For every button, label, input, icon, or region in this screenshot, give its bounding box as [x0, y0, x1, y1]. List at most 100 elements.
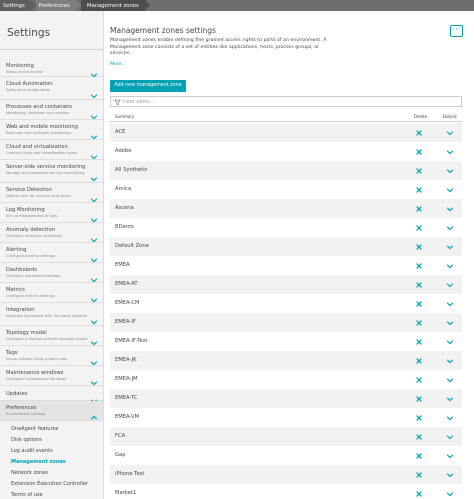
- delete-icon[interactable]: [415, 300, 423, 308]
- chevron-down-icon[interactable]: [446, 186, 454, 194]
- sidebar-item-description: Setup and overview: [6, 69, 43, 74]
- delete-icon[interactable]: [415, 319, 423, 327]
- sidebar-item-monitoring[interactable]: Monitoring Setup and overview: [0, 49, 103, 78]
- sidebar-item-topology-model[interactable]: Topology model Configure a domain-specifi…: [0, 326, 103, 346]
- chevron-down-icon[interactable]: [446, 148, 454, 156]
- sidebar-item-description: Configure metrics settings: [6, 293, 55, 298]
- chevron-down-icon[interactable]: [446, 243, 454, 251]
- delete-icon[interactable]: [415, 433, 423, 441]
- delete-icon[interactable]: [415, 148, 423, 156]
- delete-icon[interactable]: [415, 376, 423, 384]
- delete-icon[interactable]: [415, 262, 423, 270]
- breadcrumb-settings[interactable]: Settings: [0, 0, 36, 11]
- chevron-down-icon[interactable]: [446, 129, 454, 137]
- chevron-down-icon[interactable]: [446, 452, 454, 460]
- sidebar-item-anomaly-detection[interactable]: Anomaly detection Configure detection sen…: [0, 223, 103, 243]
- sidebar-item-label: Anomaly detection: [6, 227, 55, 233]
- chevron-down-icon[interactable]: [446, 167, 454, 175]
- sidebar-item-cloud-and-virtualization[interactable]: Cloud and virtualization Connect cloud an…: [0, 140, 103, 160]
- chevron-down-icon[interactable]: [446, 224, 454, 232]
- header-divider: [110, 121, 462, 122]
- chevron-down-icon[interactable]: [446, 490, 454, 498]
- sidebar-item-label: Web and mobile monitoring: [6, 124, 78, 130]
- sidebar-subitem-network-zones[interactable]: Network zones: [11, 470, 48, 476]
- delete-icon[interactable]: [415, 471, 423, 479]
- sidebar-item-log-monitoring[interactable]: Log Monitoring Set up management of logs: [0, 203, 103, 223]
- chevron-down-icon[interactable]: [446, 262, 454, 270]
- sidebar-item-processes-and-containers[interactable]: Processes and containers Monitoring, dete…: [0, 100, 103, 120]
- chevron-down-icon[interactable]: [446, 319, 454, 327]
- sidebar-subitem-extension-execution-controller[interactable]: Extension Execution Controller: [11, 481, 88, 487]
- sidebar-title: Settings: [7, 27, 51, 39]
- delete-icon[interactable]: [415, 243, 423, 251]
- delete-icon[interactable]: [415, 395, 423, 403]
- sidebar-item-label: Server-side service monitoring: [6, 164, 86, 170]
- sidebar-item-description: Configure alerting settings: [6, 253, 56, 258]
- chevron-down-icon[interactable]: [446, 300, 454, 308]
- delete-icon[interactable]: [415, 281, 423, 289]
- sidebar-item-integration[interactable]: Integration Integrate Dynatrace with 3rd …: [0, 303, 103, 326]
- sidebar-item-service-detection[interactable]: Service Detection Define rules for servic…: [0, 183, 103, 203]
- more-actions-button[interactable]: ···: [450, 25, 463, 37]
- delete-icon[interactable]: [415, 357, 423, 365]
- zone-name: EMEA-IF-Test: [115, 338, 148, 344]
- sidebar-subitem-terms-of-use[interactable]: Terms of use: [11, 492, 43, 498]
- chevron-down-icon[interactable]: [446, 357, 454, 365]
- sidebar-subitem-management-zones[interactable]: Management zones: [11, 459, 66, 465]
- delete-icon[interactable]: [415, 186, 423, 194]
- sidebar-item-preferences[interactable]: Preferences Environment settings: [0, 401, 103, 421]
- sidebar-item-web-and-mobile-monitoring[interactable]: Web and mobile monitoring Real user and s…: [0, 120, 103, 140]
- sidebar-item-label: Topology model: [6, 330, 47, 336]
- table-row: EMEA-IF: [110, 313, 462, 332]
- sidebar-item-alerting[interactable]: Alerting Configure alerting settings: [0, 243, 103, 263]
- delete-icon[interactable]: [415, 205, 423, 213]
- delete-icon[interactable]: [415, 414, 423, 422]
- zone-name: BDemo: [115, 224, 134, 230]
- breadcrumb-preferences[interactable]: Preferences: [35, 0, 82, 11]
- sidebar-item-label: Monitoring: [6, 63, 34, 69]
- delete-icon[interactable]: [415, 338, 423, 346]
- sidebar-item-server-side-service-monitoring[interactable]: Server-side service monitoring Manage and…: [0, 160, 103, 183]
- chevron-up-icon: [90, 407, 98, 420]
- sidebar-item-metrics[interactable]: Metrics Configure metrics settings: [0, 283, 103, 303]
- delete-icon[interactable]: [415, 490, 423, 498]
- chevron-down-icon[interactable]: [446, 395, 454, 403]
- chevron-down-icon[interactable]: [446, 414, 454, 422]
- more-link[interactable]: More...: [110, 62, 126, 67]
- sidebar-item-updates[interactable]: Updates: [0, 386, 103, 403]
- column-header-summary[interactable]: Summary: [115, 114, 134, 119]
- chevron-down-icon: [90, 332, 98, 346]
- zone-name: EMEA-IF: [115, 319, 136, 325]
- sidebar-item-cloud-automation[interactable]: Cloud Automation Setup and configuration: [0, 77, 103, 100]
- zone-name: Gap: [115, 452, 126, 458]
- sidebar-item-tags[interactable]: Tags Group entities using custom tags: [0, 346, 103, 366]
- zone-name: Ascena: [115, 205, 134, 211]
- chevron-down-icon[interactable]: [446, 281, 454, 289]
- delete-icon[interactable]: [415, 129, 423, 137]
- sidebar-item-maintenance-windows[interactable]: Maintenance windows Configure maintenance…: [0, 366, 103, 386]
- chevron-down-icon[interactable]: [446, 205, 454, 213]
- add-management-zone-button[interactable]: Add new management zone: [110, 80, 186, 92]
- delete-icon[interactable]: [415, 452, 423, 460]
- filter-input[interactable]: [123, 98, 453, 106]
- sidebar-item-description: Manage and customize service monitoring: [6, 170, 85, 175]
- filter-box[interactable]: [110, 96, 462, 107]
- table-row: EMEA: [110, 256, 462, 275]
- chevron-down-icon[interactable]: [446, 471, 454, 479]
- sidebar-item-label: Updates: [6, 391, 28, 397]
- sidebar-item-dashboards[interactable]: Dashboards Configure dashboard settings: [0, 263, 103, 283]
- sidebar-subitem-disk-options[interactable]: Disk options: [11, 437, 42, 443]
- sidebar-subitem-oneagent-features[interactable]: OneAgent features: [11, 426, 58, 432]
- table-row: Market1: [110, 484, 462, 499]
- delete-icon[interactable]: [415, 167, 423, 175]
- sidebar-subitem-log-audit-events[interactable]: Log audit events: [11, 448, 53, 454]
- chevron-down-icon: [90, 229, 98, 243]
- column-header-delete: Delete: [414, 114, 428, 119]
- sidebar-item-description: Configure a domain-specific topology mod…: [6, 336, 88, 341]
- sidebar-item-label: Log Monitoring: [6, 207, 45, 213]
- breadcrumb: Settings Preferences Management zones: [0, 0, 474, 11]
- delete-icon[interactable]: [415, 224, 423, 232]
- chevron-down-icon[interactable]: [446, 338, 454, 346]
- chevron-down-icon[interactable]: [446, 376, 454, 384]
- chevron-down-icon[interactable]: [446, 433, 454, 441]
